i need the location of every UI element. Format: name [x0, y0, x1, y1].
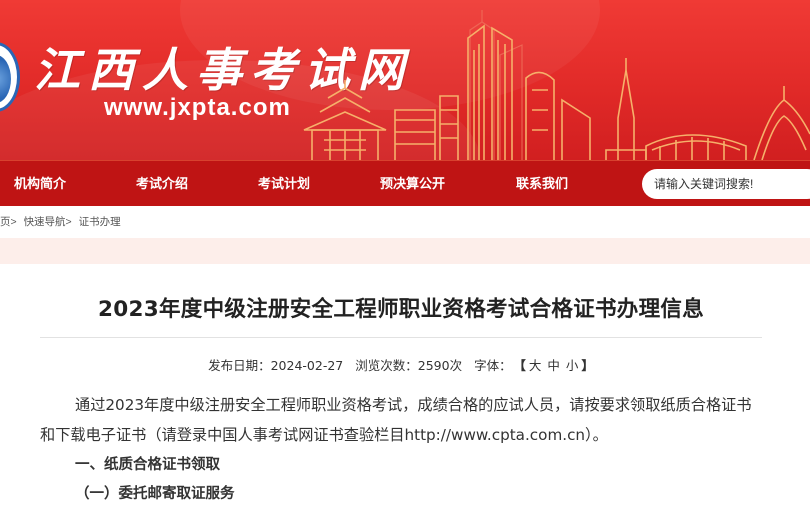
publish-date-label: 发布日期：	[208, 358, 271, 373]
site-url: www.jxpta.com	[104, 94, 291, 121]
font-size-label: 字体：	[474, 358, 512, 373]
city-skyline-illustration	[303, 10, 810, 160]
publish-date: 发布日期：2024-02-27	[208, 358, 343, 373]
pavilion-building	[303, 80, 387, 160]
nav-item-exam-plan[interactable]: 考试计划	[258, 161, 310, 207]
breadcrumb-home[interactable]: 页>	[0, 216, 17, 228]
font-size-medium-button[interactable]: 中	[547, 358, 560, 373]
view-count: 浏览次数：2590次	[355, 358, 462, 373]
font-size-small-button[interactable]: 小	[566, 358, 579, 373]
view-count-label: 浏览次数：	[355, 358, 418, 373]
subsection-heading-mail-delivery: （一）委托邮寄取证服务	[75, 486, 235, 502]
font-size-bracket-close: 】	[581, 358, 594, 373]
font-size-large-button[interactable]: 大	[529, 358, 542, 373]
stadium	[645, 134, 747, 160]
publish-date-value: 2024-02-27	[270, 358, 344, 373]
search-input[interactable]	[642, 169, 810, 199]
breadcrumb: 页> 快速导航> 证书办理	[0, 206, 810, 238]
arch-structure	[753, 86, 810, 160]
title-divider	[40, 337, 762, 338]
section-heading-paper-certificate: 一、纸质合格证书领取	[75, 457, 220, 473]
article-meta: 发布日期：2024-02-27 浏览次数：2590次 字体： 【大中小】	[40, 355, 762, 374]
site-banner: 江西人事考试网 www.jxpta.com	[0, 0, 810, 160]
view-count-value: 2590次	[417, 358, 463, 373]
article-title: 2023年度中级注册安全工程师职业资格考试合格证书办理信息	[97, 297, 705, 322]
section-band	[0, 238, 810, 264]
breadcrumb-current[interactable]: 证书办理	[79, 216, 121, 228]
font-size-bracket-open: 【	[519, 358, 526, 373]
nav-item-exam-intro[interactable]: 考试介绍	[136, 161, 188, 207]
breadcrumb-quick-nav[interactable]: 快速导航>	[24, 216, 72, 228]
nav-item-contact[interactable]: 联系我们	[516, 161, 568, 207]
main-nav: 机构简介 考试介绍 考试计划 预决算公开 联系我们	[0, 160, 810, 206]
font-size-control: 字体： 【大中小】	[474, 358, 594, 373]
twin-towers	[467, 24, 513, 160]
monument	[605, 58, 647, 160]
nav-item-about[interactable]: 机构简介	[14, 161, 66, 207]
nav-item-budget-disclosure[interactable]: 预决算公开	[380, 161, 445, 207]
article-intro-paragraph: 通过2023年度中级注册安全工程师职业资格考试，成绩合格的应试人员，请按要求领取…	[40, 396, 752, 444]
